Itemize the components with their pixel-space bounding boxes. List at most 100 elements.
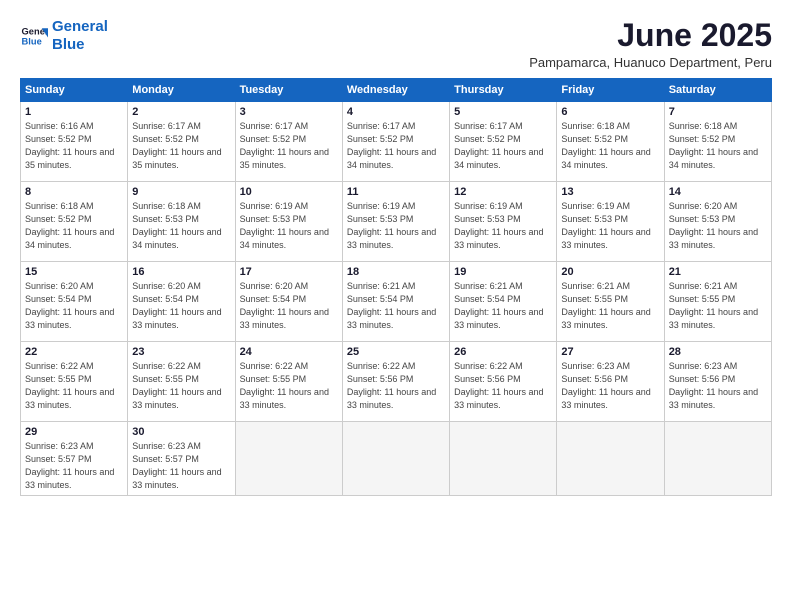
day-info: Sunrise: 6:20 AMSunset: 5:54 PMDaylight:… xyxy=(25,281,114,330)
svg-text:Blue: Blue xyxy=(22,37,42,47)
day-info: Sunrise: 6:23 AMSunset: 5:56 PMDaylight:… xyxy=(561,361,650,410)
calendar-day-cell: 15 Sunrise: 6:20 AMSunset: 5:54 PMDaylig… xyxy=(21,262,128,342)
day-info: Sunrise: 6:22 AMSunset: 5:55 PMDaylight:… xyxy=(132,361,221,410)
day-number: 12 xyxy=(454,185,552,199)
day-info: Sunrise: 6:22 AMSunset: 5:56 PMDaylight:… xyxy=(347,361,436,410)
calendar-day-cell: 26 Sunrise: 6:22 AMSunset: 5:56 PMDaylig… xyxy=(450,342,557,422)
calendar-day-cell: 14 Sunrise: 6:20 AMSunset: 5:53 PMDaylig… xyxy=(664,182,771,262)
day-number: 27 xyxy=(561,345,659,359)
day-number: 11 xyxy=(347,185,445,199)
calendar-day-cell: 9 Sunrise: 6:18 AMSunset: 5:53 PMDayligh… xyxy=(128,182,235,262)
calendar-day-cell: 24 Sunrise: 6:22 AMSunset: 5:55 PMDaylig… xyxy=(235,342,342,422)
day-info: Sunrise: 6:17 AMSunset: 5:52 PMDaylight:… xyxy=(347,121,436,170)
day-info: Sunrise: 6:18 AMSunset: 5:52 PMDaylight:… xyxy=(669,121,758,170)
day-info: Sunrise: 6:16 AMSunset: 5:52 PMDaylight:… xyxy=(25,121,114,170)
calendar-day-cell xyxy=(342,422,449,496)
day-number: 5 xyxy=(454,105,552,119)
calendar-week-row: 8 Sunrise: 6:18 AMSunset: 5:52 PMDayligh… xyxy=(21,182,772,262)
calendar-week-row: 1 Sunrise: 6:16 AMSunset: 5:52 PMDayligh… xyxy=(21,102,772,182)
day-info: Sunrise: 6:20 AMSunset: 5:53 PMDaylight:… xyxy=(669,201,758,250)
calendar-week-row: 29 Sunrise: 6:23 AMSunset: 5:57 PMDaylig… xyxy=(21,422,772,496)
day-info: Sunrise: 6:22 AMSunset: 5:55 PMDaylight:… xyxy=(25,361,114,410)
day-info: Sunrise: 6:23 AMSunset: 5:56 PMDaylight:… xyxy=(669,361,758,410)
day-info: Sunrise: 6:21 AMSunset: 5:54 PMDaylight:… xyxy=(347,281,436,330)
day-info: Sunrise: 6:23 AMSunset: 5:57 PMDaylight:… xyxy=(25,441,114,490)
day-number: 1 xyxy=(25,105,123,119)
day-number: 29 xyxy=(25,425,123,439)
day-info: Sunrise: 6:19 AMSunset: 5:53 PMDaylight:… xyxy=(347,201,436,250)
day-info: Sunrise: 6:23 AMSunset: 5:57 PMDaylight:… xyxy=(132,441,221,490)
day-info: Sunrise: 6:20 AMSunset: 5:54 PMDaylight:… xyxy=(132,281,221,330)
calendar-week-row: 22 Sunrise: 6:22 AMSunset: 5:55 PMDaylig… xyxy=(21,342,772,422)
calendar-day-cell: 27 Sunrise: 6:23 AMSunset: 5:56 PMDaylig… xyxy=(557,342,664,422)
day-number: 15 xyxy=(25,265,123,279)
calendar-table: Sunday Monday Tuesday Wednesday Thursday… xyxy=(20,78,772,496)
day-info: Sunrise: 6:19 AMSunset: 5:53 PMDaylight:… xyxy=(454,201,543,250)
title-block: June 2025 Pampamarca, Huanuco Department… xyxy=(529,18,772,70)
header-friday: Friday xyxy=(557,79,664,102)
calendar-week-row: 15 Sunrise: 6:20 AMSunset: 5:54 PMDaylig… xyxy=(21,262,772,342)
day-number: 21 xyxy=(669,265,767,279)
weekday-header-row: Sunday Monday Tuesday Wednesday Thursday… xyxy=(21,79,772,102)
day-number: 4 xyxy=(347,105,445,119)
calendar-day-cell: 21 Sunrise: 6:21 AMSunset: 5:55 PMDaylig… xyxy=(664,262,771,342)
logo: General Blue GeneralBlue xyxy=(20,18,108,54)
day-info: Sunrise: 6:20 AMSunset: 5:54 PMDaylight:… xyxy=(240,281,329,330)
day-info: Sunrise: 6:21 AMSunset: 5:55 PMDaylight:… xyxy=(669,281,758,330)
day-number: 17 xyxy=(240,265,338,279)
calendar-day-cell xyxy=(450,422,557,496)
calendar-day-cell: 12 Sunrise: 6:19 AMSunset: 5:53 PMDaylig… xyxy=(450,182,557,262)
day-number: 25 xyxy=(347,345,445,359)
day-info: Sunrise: 6:18 AMSunset: 5:52 PMDaylight:… xyxy=(561,121,650,170)
calendar-day-cell xyxy=(557,422,664,496)
day-info: Sunrise: 6:22 AMSunset: 5:56 PMDaylight:… xyxy=(454,361,543,410)
day-number: 24 xyxy=(240,345,338,359)
calendar-day-cell: 30 Sunrise: 6:23 AMSunset: 5:57 PMDaylig… xyxy=(128,422,235,496)
header-thursday: Thursday xyxy=(450,79,557,102)
day-number: 18 xyxy=(347,265,445,279)
logo-icon: General Blue xyxy=(20,22,48,50)
location: Pampamarca, Huanuco Department, Peru xyxy=(529,55,772,70)
day-info: Sunrise: 6:19 AMSunset: 5:53 PMDaylight:… xyxy=(240,201,329,250)
day-number: 26 xyxy=(454,345,552,359)
day-info: Sunrise: 6:17 AMSunset: 5:52 PMDaylight:… xyxy=(240,121,329,170)
day-info: Sunrise: 6:17 AMSunset: 5:52 PMDaylight:… xyxy=(454,121,543,170)
calendar-day-cell: 8 Sunrise: 6:18 AMSunset: 5:52 PMDayligh… xyxy=(21,182,128,262)
logo-text: GeneralBlue xyxy=(52,18,108,54)
calendar-day-cell: 17 Sunrise: 6:20 AMSunset: 5:54 PMDaylig… xyxy=(235,262,342,342)
calendar-day-cell: 5 Sunrise: 6:17 AMSunset: 5:52 PMDayligh… xyxy=(450,102,557,182)
calendar-day-cell: 25 Sunrise: 6:22 AMSunset: 5:56 PMDaylig… xyxy=(342,342,449,422)
calendar-day-cell xyxy=(664,422,771,496)
day-info: Sunrise: 6:18 AMSunset: 5:53 PMDaylight:… xyxy=(132,201,221,250)
day-number: 6 xyxy=(561,105,659,119)
calendar-day-cell: 2 Sunrise: 6:17 AMSunset: 5:52 PMDayligh… xyxy=(128,102,235,182)
day-number: 2 xyxy=(132,105,230,119)
calendar-day-cell: 1 Sunrise: 6:16 AMSunset: 5:52 PMDayligh… xyxy=(21,102,128,182)
calendar-day-cell: 10 Sunrise: 6:19 AMSunset: 5:53 PMDaylig… xyxy=(235,182,342,262)
day-number: 7 xyxy=(669,105,767,119)
day-number: 14 xyxy=(669,185,767,199)
header: General Blue GeneralBlue June 2025 Pampa… xyxy=(20,18,772,70)
day-number: 22 xyxy=(25,345,123,359)
day-number: 13 xyxy=(561,185,659,199)
header-sunday: Sunday xyxy=(21,79,128,102)
calendar-day-cell: 11 Sunrise: 6:19 AMSunset: 5:53 PMDaylig… xyxy=(342,182,449,262)
day-info: Sunrise: 6:19 AMSunset: 5:53 PMDaylight:… xyxy=(561,201,650,250)
day-number: 10 xyxy=(240,185,338,199)
day-info: Sunrise: 6:17 AMSunset: 5:52 PMDaylight:… xyxy=(132,121,221,170)
day-number: 30 xyxy=(132,425,230,439)
calendar-day-cell: 28 Sunrise: 6:23 AMSunset: 5:56 PMDaylig… xyxy=(664,342,771,422)
calendar-day-cell: 7 Sunrise: 6:18 AMSunset: 5:52 PMDayligh… xyxy=(664,102,771,182)
header-tuesday: Tuesday xyxy=(235,79,342,102)
calendar-day-cell: 29 Sunrise: 6:23 AMSunset: 5:57 PMDaylig… xyxy=(21,422,128,496)
day-number: 16 xyxy=(132,265,230,279)
day-info: Sunrise: 6:21 AMSunset: 5:54 PMDaylight:… xyxy=(454,281,543,330)
day-number: 28 xyxy=(669,345,767,359)
calendar-day-cell: 19 Sunrise: 6:21 AMSunset: 5:54 PMDaylig… xyxy=(450,262,557,342)
day-number: 19 xyxy=(454,265,552,279)
header-saturday: Saturday xyxy=(664,79,771,102)
day-number: 8 xyxy=(25,185,123,199)
day-info: Sunrise: 6:18 AMSunset: 5:52 PMDaylight:… xyxy=(25,201,114,250)
day-info: Sunrise: 6:22 AMSunset: 5:55 PMDaylight:… xyxy=(240,361,329,410)
calendar-day-cell: 16 Sunrise: 6:20 AMSunset: 5:54 PMDaylig… xyxy=(128,262,235,342)
